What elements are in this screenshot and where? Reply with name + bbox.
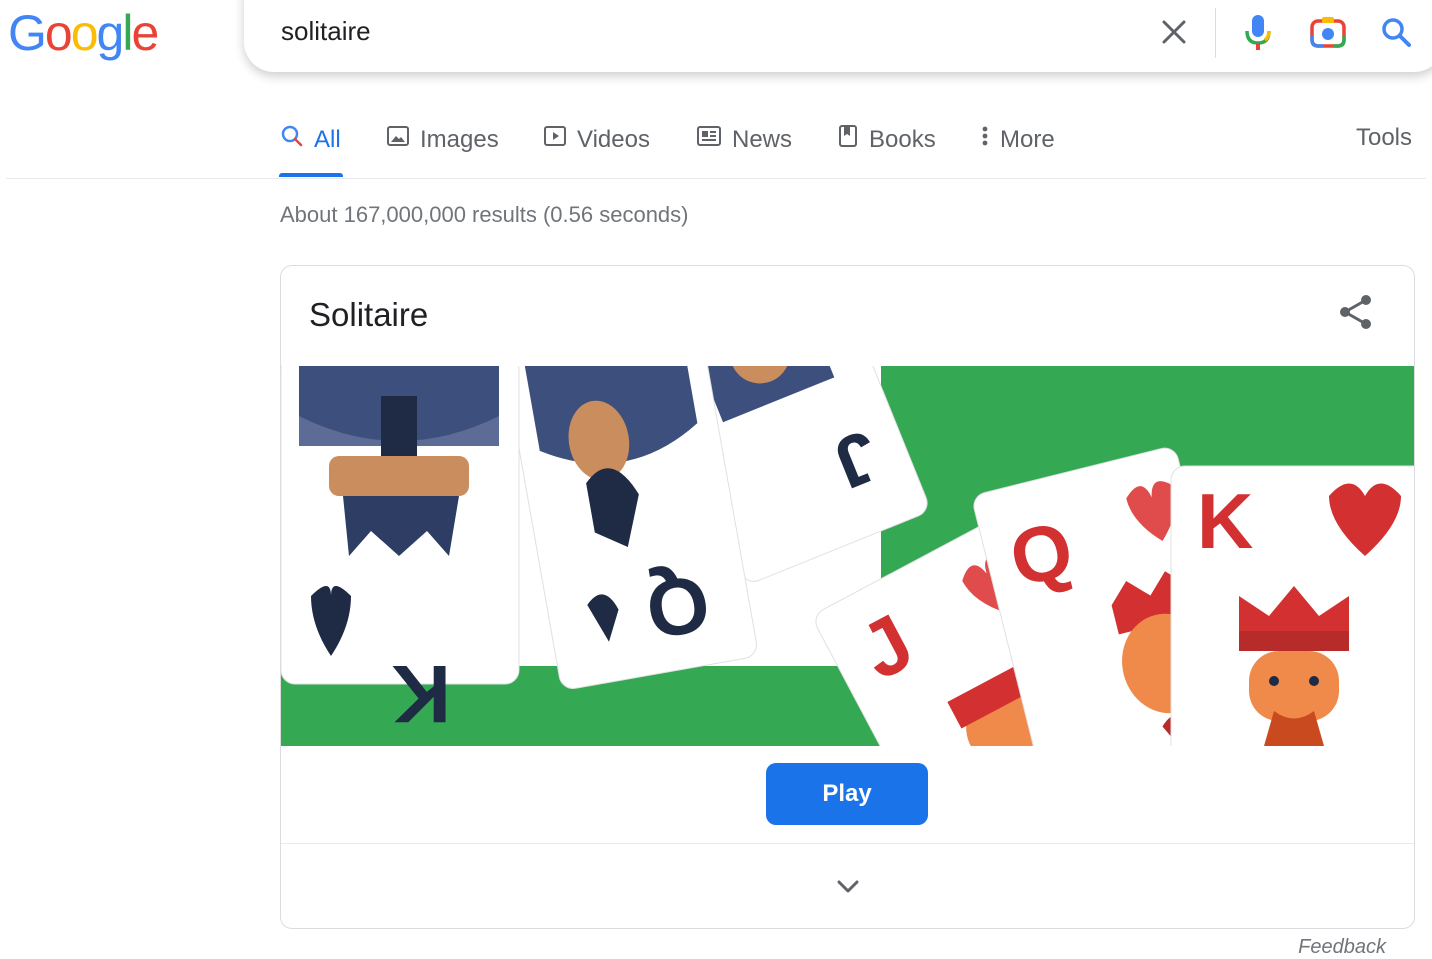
svg-text:K: K	[392, 648, 451, 739]
tab-all[interactable]: All	[280, 124, 341, 155]
tab-label: Images	[420, 125, 499, 153]
tools-button[interactable]: Tools	[1356, 124, 1412, 152]
playing-card-red-king: K	[1170, 465, 1414, 746]
search-icon[interactable]	[1376, 12, 1416, 52]
search-icon	[280, 124, 304, 155]
chevron-down-icon[interactable]	[831, 870, 865, 904]
play-button[interactable]: Play	[766, 763, 928, 825]
close-icon[interactable]	[1154, 12, 1194, 52]
book-icon	[837, 124, 859, 155]
tab-books[interactable]: Books	[837, 124, 936, 155]
logo-letter: o	[44, 5, 73, 61]
newspaper-icon	[696, 124, 722, 155]
camera-icon[interactable]	[1308, 12, 1348, 52]
tab-label: Videos	[577, 125, 650, 153]
card-title: Solitaire	[309, 296, 429, 333]
tab-label: All	[314, 125, 341, 153]
tabs-divider	[6, 178, 1426, 179]
tab-label: Books	[869, 125, 936, 153]
more-vertical-icon	[980, 124, 990, 155]
tab-label: News	[732, 125, 793, 153]
svg-text:K: K	[1197, 477, 1253, 565]
playing-card-dark-king: K	[281, 366, 520, 739]
logo-letter: o	[70, 5, 99, 61]
tab-images[interactable]: Images	[386, 124, 499, 155]
solitaire-game-art[interactable]: J Q K J Q K	[281, 366, 1414, 746]
logo-letter: l	[122, 5, 133, 61]
image-icon	[386, 124, 410, 155]
microphone-icon[interactable]	[1238, 12, 1278, 52]
logo-letter: G	[8, 5, 47, 61]
active-tab-indicator	[279, 173, 343, 177]
tab-news[interactable]: News	[696, 124, 792, 155]
search-tabs: All Images Videos News Books More Tools	[0, 118, 1432, 180]
logo-letter: g	[96, 5, 125, 61]
result-stats: About 167,000,000 results (0.56 seconds)	[280, 202, 689, 227]
search-input[interactable]: solitaire	[281, 16, 371, 47]
search-divider	[1215, 8, 1216, 58]
tab-more[interactable]: More	[980, 124, 1055, 155]
logo-letter: e	[131, 5, 159, 61]
card-divider	[281, 843, 1414, 844]
tab-label: More	[1000, 125, 1055, 153]
solitaire-card: Solitaire J Q K J Q K Play	[280, 265, 1415, 929]
google-logo[interactable]: Google	[8, 4, 159, 62]
share-icon[interactable]	[1336, 292, 1376, 332]
tab-videos[interactable]: Videos	[543, 124, 650, 155]
play-icon	[543, 124, 567, 155]
feedback-link[interactable]: Feedback	[1298, 936, 1386, 959]
